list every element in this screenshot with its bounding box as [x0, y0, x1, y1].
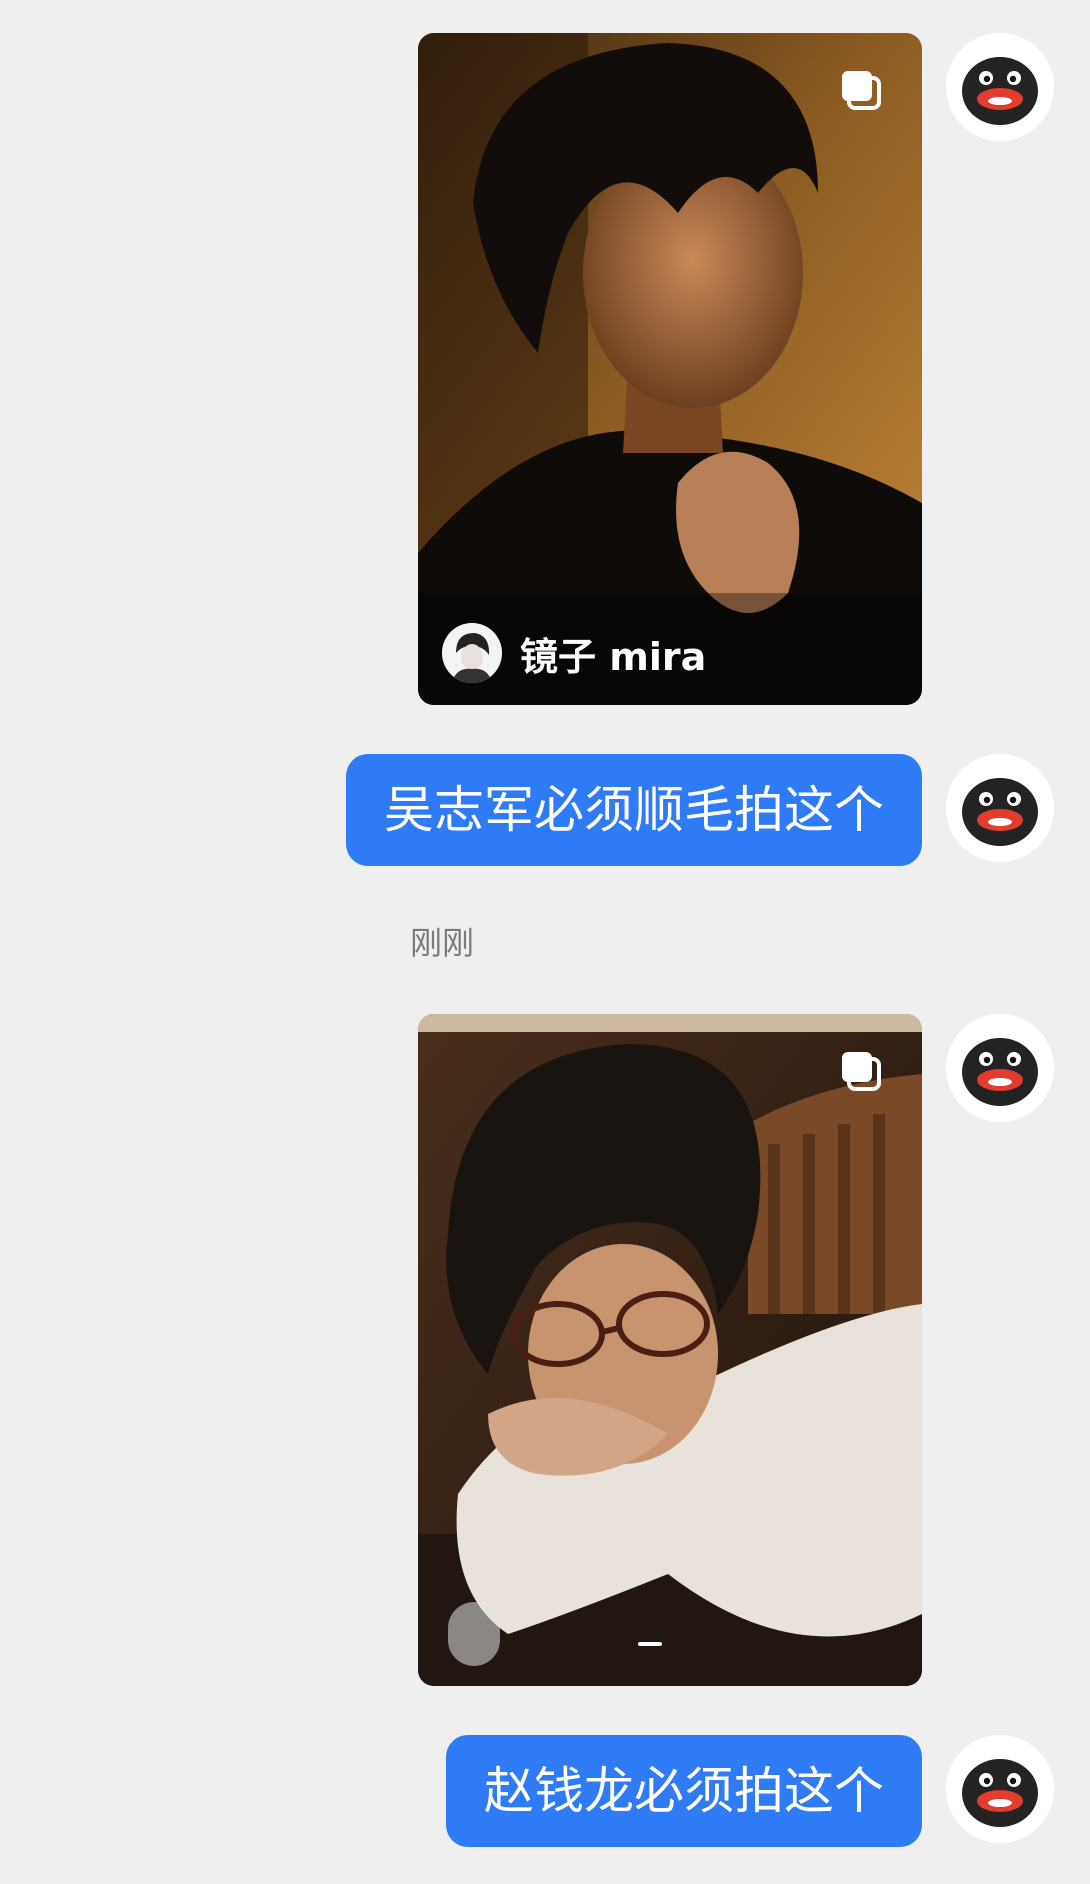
penguin-avatar-icon [946, 754, 1054, 862]
penguin-avatar-icon [946, 33, 1054, 141]
penguin-avatar-icon [946, 1014, 1054, 1122]
note-cover-photo-1 [418, 33, 922, 705]
message-bubble-1[interactable]: 吴志军必须顺毛拍这个 [346, 754, 922, 866]
self-avatar-4[interactable] [946, 1735, 1054, 1843]
image-page-indicator [638, 1642, 662, 1646]
shared-note-card-2[interactable] [418, 1014, 922, 1686]
penguin-avatar-icon [946, 1735, 1054, 1843]
author-name: 镜子 mira [520, 634, 707, 679]
chat-screen: { "messages": { "card1": { "author_name"… [0, 0, 1090, 1884]
author-avatar [442, 623, 502, 683]
multi-image-icon [838, 67, 888, 117]
shared-note-card-1[interactable]: 镜子 mira [418, 33, 922, 705]
author-avatar-blurred [448, 1602, 500, 1666]
note-cover-photo-2 [418, 1014, 922, 1686]
message-bubble-2[interactable]: 赵钱龙必须拍这个 [446, 1735, 922, 1847]
message-timestamp: 刚刚 [410, 924, 475, 962]
self-avatar-1[interactable] [946, 33, 1054, 141]
multi-image-icon [838, 1048, 888, 1098]
note-author[interactable]: 镜子 mira [442, 623, 706, 683]
self-avatar-3[interactable] [946, 1014, 1054, 1122]
self-avatar-2[interactable] [946, 754, 1054, 862]
